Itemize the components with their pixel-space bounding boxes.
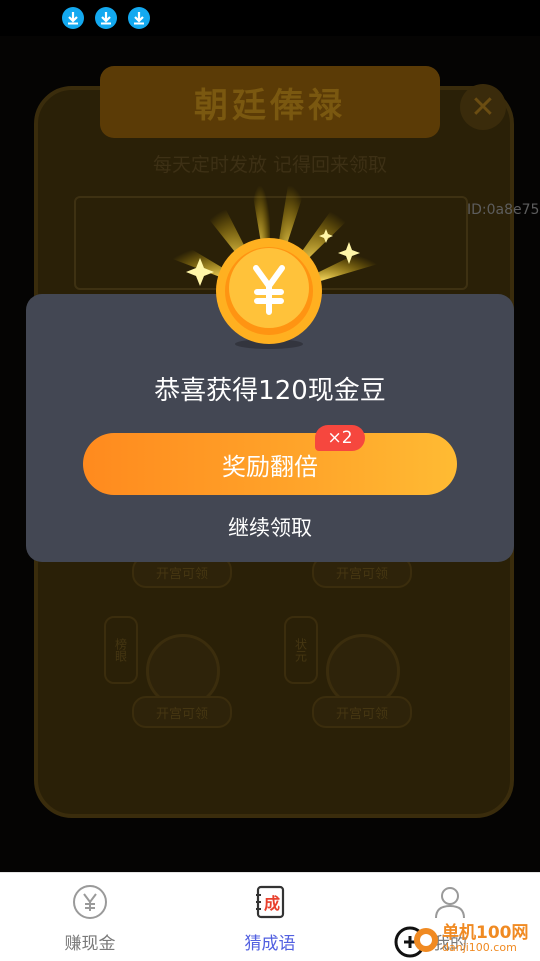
idiom-book-glyph: 成 <box>264 894 281 913</box>
user-id: ID:0a8e75 <box>467 202 540 218</box>
claim-button[interactable]: 开宫可领 <box>312 696 412 728</box>
rank-tag: 榜眼 <box>104 616 138 684</box>
watermark-logo-icon <box>394 926 438 958</box>
tab-label: 猜成语 <box>244 934 296 954</box>
watermark-url: danji100.com <box>442 941 517 954</box>
tab-earn-cash[interactable]: 赚现金 <box>0 873 180 961</box>
yuan-coin-icon <box>73 885 107 919</box>
rank-tag: 状元 <box>284 616 318 684</box>
site-watermark: 单机100网 danji100.com <box>390 916 540 960</box>
gold-coin-icon <box>216 238 322 349</box>
multiplier-badge: ×2 <box>315 425 365 451</box>
salary-title: 朝廷俸禄 <box>100 66 440 138</box>
claim-button[interactable]: 开宫可领 <box>132 696 232 728</box>
watermark-title: 单机100网 <box>442 923 529 943</box>
download-icon <box>128 7 150 29</box>
tab-label: 赚现金 <box>64 934 116 954</box>
user-icon <box>435 887 465 919</box>
tab-guess-idiom[interactable]: 成 猜成语 <box>180 873 360 961</box>
download-icon <box>62 7 84 29</box>
reward-title: 恭喜获得120现金豆 <box>154 376 386 406</box>
continue-claim-link[interactable]: 继续领取 <box>26 512 514 542</box>
close-icon[interactable]: ✕ <box>460 84 506 130</box>
status-bar <box>0 0 540 36</box>
download-icon <box>95 7 117 29</box>
double-reward-button[interactable]: 奖励翻倍 <box>83 433 457 495</box>
